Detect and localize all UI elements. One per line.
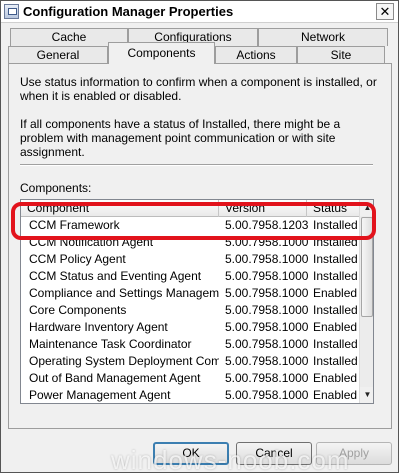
list-row[interactable]: Power Management Agent 5.00.7958.1000 Enab… bbox=[21, 387, 359, 403]
row-component: CCM Status and Eventing Agent bbox=[29, 269, 202, 283]
intro-text-2: If all components have a status of Insta… bbox=[20, 117, 341, 159]
row-version: 5.00.7958.1000 bbox=[225, 354, 309, 368]
list-row[interactable]: Maintenance Task Coordinator 5.00.7958.10… bbox=[21, 336, 359, 353]
row-version: 5.00.7958.1000 bbox=[225, 320, 309, 334]
list-row[interactable]: Out of Band Management Agent 5.00.7958.10… bbox=[21, 370, 359, 387]
row-status: Enabled bbox=[313, 320, 358, 334]
row-status: Enabled bbox=[313, 371, 358, 385]
row-status: Installed bbox=[313, 269, 358, 283]
row-status: Installed bbox=[313, 337, 358, 351]
list-row[interactable]: Core Components 5.00.7958.1000 Installed bbox=[21, 302, 359, 319]
tab-site[interactable]: Site bbox=[297, 46, 385, 64]
list-row[interactable]: Hardware Inventory Agent 5.00.7958.1000 En… bbox=[21, 319, 359, 336]
row-component: Power Management Agent bbox=[29, 388, 171, 402]
row-component: Maintenance Task Coordinator bbox=[29, 337, 192, 351]
row-status: Enabled bbox=[313, 388, 358, 402]
watermark: windows-noob.com bbox=[111, 445, 350, 473]
highlight-annotation bbox=[11, 202, 376, 240]
row-status: Installed bbox=[313, 252, 358, 266]
window-title: Configuration Manager Properties bbox=[23, 4, 234, 19]
tab-actions[interactable]: Actions bbox=[215, 46, 297, 64]
row-version: 5.00.7958.1000 bbox=[225, 286, 309, 300]
row-status: Installed bbox=[313, 303, 358, 317]
list-row[interactable]: Operating System Deployment Compo... 5.00… bbox=[21, 353, 359, 370]
row-component: Core Components bbox=[29, 303, 127, 317]
row-status: Installed bbox=[313, 354, 358, 368]
row-component: Compliance and Settings Management bbox=[29, 286, 219, 300]
app-icon bbox=[4, 4, 19, 19]
tab-components[interactable]: Components bbox=[108, 42, 215, 64]
list-row[interactable]: CCM Policy Agent 5.00.7958.1000 Installed bbox=[21, 251, 359, 268]
row-version: 5.00.7958.1000 bbox=[225, 269, 309, 283]
tab-general[interactable]: General bbox=[8, 46, 108, 64]
row-component: Operating System Deployment Compo... bbox=[29, 354, 219, 368]
title-bar[interactable]: Configuration Manager Properties ✕ bbox=[1, 1, 398, 23]
list-row[interactable]: CCM Status and Eventing Agent 5.00.7958.1… bbox=[21, 268, 359, 285]
tab-network[interactable]: Network bbox=[258, 28, 388, 46]
row-version: 5.00.7958.1000 bbox=[225, 388, 309, 402]
separator bbox=[20, 164, 373, 166]
close-button[interactable]: ✕ bbox=[376, 3, 394, 20]
row-version: 5.00.7958.1000 bbox=[225, 371, 309, 385]
row-version: 5.00.7958.1000 bbox=[225, 252, 309, 266]
list-rows: CCM Framework 5.00.7958.1203 Installed CCM… bbox=[21, 217, 359, 403]
row-component: Hardware Inventory Agent bbox=[29, 320, 168, 334]
intro-text: Use status information to confirm when a… bbox=[20, 75, 377, 103]
list-row[interactable]: Compliance and Settings Management 5.00.7… bbox=[21, 285, 359, 302]
properties-dialog: Configuration Manager Properties ✕ Cache… bbox=[0, 0, 399, 473]
row-version: 5.00.7958.1000 bbox=[225, 337, 309, 351]
row-status: Enabled bbox=[313, 286, 358, 300]
row-version: 5.00.7958.1000 bbox=[225, 303, 309, 317]
row-component: CCM Policy Agent bbox=[29, 252, 126, 266]
row-component: Out of Band Management Agent bbox=[29, 371, 201, 385]
components-label: Components: bbox=[20, 181, 92, 195]
scroll-down-arrow-icon[interactable]: ▼ bbox=[360, 387, 373, 403]
